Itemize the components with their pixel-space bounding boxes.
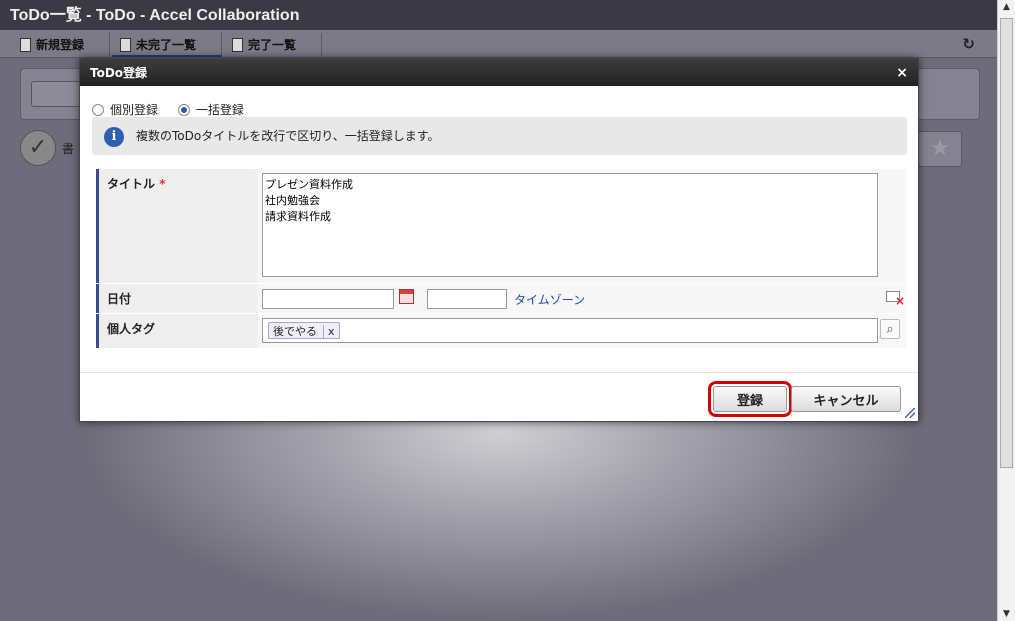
resize-grip-icon[interactable]	[905, 408, 915, 418]
cancel-button[interactable]: キャンセル	[791, 386, 901, 412]
todo-form: タイトル * プレゼン資料作成 社内勉強会 請求資料作成 日付 タイムゾーン 個…	[96, 169, 906, 349]
check-icon: ✓	[20, 130, 56, 166]
calendar-icon[interactable]	[399, 289, 414, 304]
title-field-cell: プレゼン資料作成 社内勉強会 請求資料作成	[258, 169, 906, 283]
bulk-register-label: 一括登録	[195, 103, 244, 117]
close-icon[interactable]: ×	[896, 59, 908, 87]
required-mark: *	[159, 177, 166, 191]
info-text: 複数のToDoタイトルを改行で区切り、一括登録します。	[136, 129, 440, 143]
timezone-link[interactable]: タイムゾーン	[514, 291, 585, 308]
page-scrollbar[interactable]: ▲ ▼	[997, 0, 1015, 621]
complete-list-tab[interactable]: 完了一覧	[224, 33, 322, 57]
checklist-icon	[232, 38, 243, 52]
tag-field-cell: 後でやる x ⌕	[258, 314, 906, 348]
tag-input[interactable]: 後でやる x	[262, 318, 878, 343]
title-label: タイトル *	[96, 169, 254, 283]
individual-register-label: 個別登録	[110, 103, 159, 117]
refresh-icon[interactable]: ↻	[962, 35, 975, 53]
incomplete-list-tab[interactable]: 未完了一覧	[112, 33, 222, 57]
scroll-down-icon[interactable]: ▼	[998, 609, 1015, 619]
date-field-cell: タイムゾーン	[258, 284, 906, 313]
info-icon: i	[104, 127, 124, 147]
dialog-title: ToDo登録	[90, 66, 148, 80]
window-title: ToDo一覧 - ToDo - Accel Collaboration	[0, 0, 997, 30]
background-item-text: 書	[62, 142, 75, 156]
dialog-header: ToDo登録 ×	[80, 59, 918, 86]
tag-chip-label: 後でやる	[273, 325, 317, 338]
info-message: i 複数のToDoタイトルを改行で区切り、一括登録します。	[92, 117, 907, 155]
radio-unselected-icon	[92, 103, 104, 116]
star-icon: ★	[918, 131, 962, 167]
todo-register-dialog: ToDo登録 × 個別登録 一括登録 i 複数のToDoタイトルを改行で区切り、…	[79, 58, 919, 422]
title-row: タイトル * プレゼン資料作成 社内勉強会 請求資料作成	[96, 169, 906, 284]
date-label: 日付	[96, 284, 254, 313]
time-input[interactable]	[427, 289, 507, 309]
new-registration-tab[interactable]: 新規登録	[12, 33, 110, 57]
date-input[interactable]	[262, 289, 394, 309]
new-document-icon	[20, 38, 31, 52]
title-label-text: タイトル	[107, 177, 156, 191]
tag-remove-button[interactable]: x	[323, 325, 335, 338]
register-mode-group: 個別登録 一括登録	[92, 101, 260, 119]
incomplete-list-label: 未完了一覧	[136, 38, 197, 52]
individual-register-radio[interactable]: 個別登録	[92, 101, 158, 118]
complete-list-label: 完了一覧	[248, 38, 297, 52]
scroll-thumb[interactable]	[1000, 18, 1013, 468]
dialog-footer: 登録 キャンセル	[80, 372, 918, 421]
tag-row: 個人タグ 後でやる x ⌕	[96, 314, 906, 349]
toolbar: 新規登録 未完了一覧 完了一覧 ↻	[0, 30, 997, 58]
radio-selected-icon	[177, 103, 190, 116]
clear-date-icon[interactable]	[886, 291, 905, 308]
tag-label: 個人タグ	[96, 314, 254, 348]
scroll-up-icon[interactable]: ▲	[998, 2, 1015, 12]
title-textarea[interactable]: プレゼン資料作成 社内勉強会 請求資料作成	[262, 173, 878, 277]
bulk-register-radio[interactable]: 一括登録	[177, 101, 244, 118]
new-registration-label: 新規登録	[36, 38, 85, 52]
tag-chip: 後でやる x	[268, 322, 340, 339]
date-row: 日付 タイムゾーン	[96, 284, 906, 314]
register-button[interactable]: 登録	[708, 381, 792, 417]
search-icon[interactable]: ⌕	[880, 319, 900, 339]
clipboard-icon	[120, 38, 131, 52]
